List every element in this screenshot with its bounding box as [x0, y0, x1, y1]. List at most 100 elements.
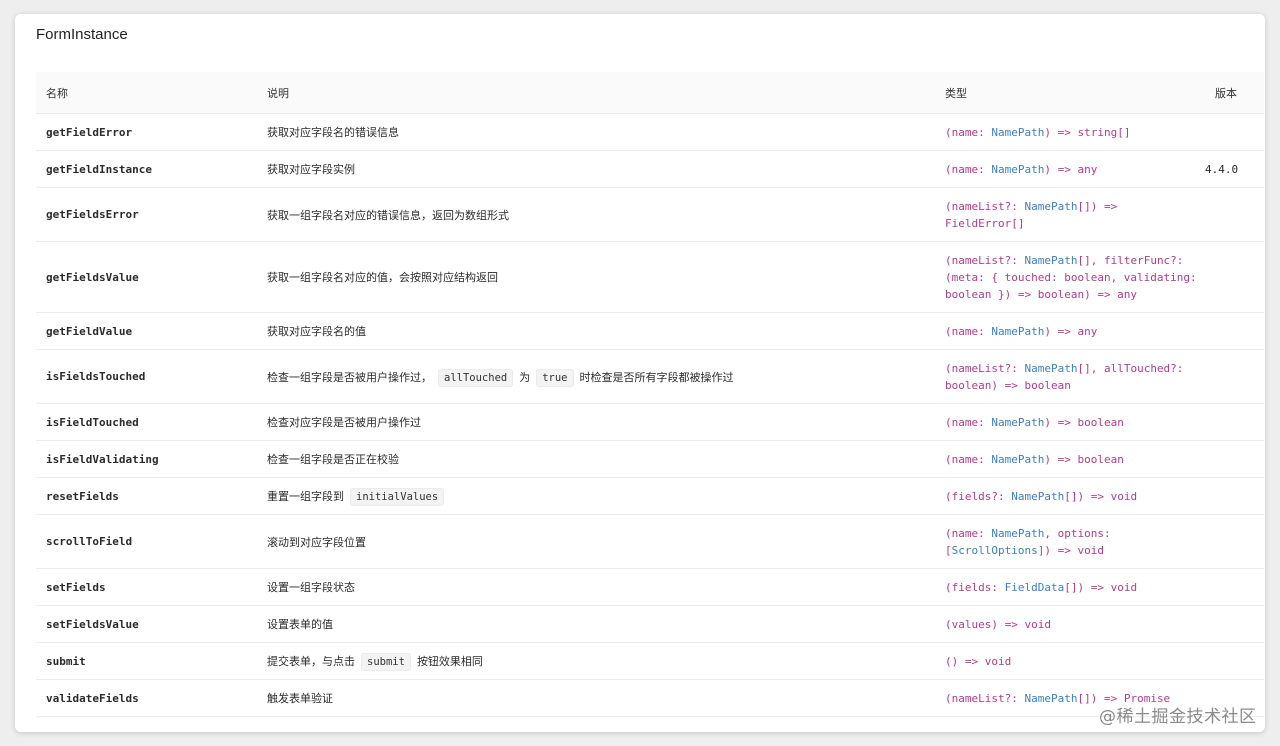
- type-name: NamePath: [991, 452, 1045, 466]
- type-punctuation: ]) => void: [1037, 543, 1104, 557]
- method-version: [1205, 605, 1264, 643]
- description-text: 检查一组字段是否正在校验: [267, 453, 399, 466]
- inline-code: initialValues: [350, 488, 445, 506]
- type-punctuation: (name:: [945, 415, 992, 429]
- method-version: [1205, 241, 1264, 313]
- table-row: getFieldsValue 获取一组字段名对应的值，会按照对应结构返回 (name…: [36, 241, 1264, 313]
- method-version: [1205, 349, 1264, 404]
- type-name: NamePath: [991, 162, 1045, 176]
- type-punctuation: ) => any: [1044, 324, 1098, 338]
- method-type-signature: (name: NamePath) => string[]: [935, 113, 1205, 151]
- method-type-signature: (name: NamePath) => any: [935, 150, 1205, 188]
- method-name: getFieldError: [36, 113, 257, 151]
- method-version: [1205, 568, 1264, 606]
- table-row: getFieldError 获取对应字段名的错误信息 (name: NamePath…: [36, 113, 1264, 151]
- method-name: setFieldsValue: [36, 605, 257, 643]
- type-name: NamePath: [1024, 361, 1078, 375]
- type-punctuation: ) => string[]: [1044, 125, 1131, 139]
- description-text: 获取一组字段名对应的错误信息，返回为数组形式: [267, 208, 509, 222]
- method-type-signature: (nameList?: NamePath[], allTouched?: bool…: [935, 349, 1205, 404]
- type-punctuation: (name:: [945, 324, 992, 338]
- type-name: NamePath: [991, 125, 1045, 139]
- method-version: 4.4.0: [1205, 150, 1264, 188]
- type-punctuation: ) => any: [1044, 162, 1098, 176]
- method-type-signature: (fields?: NamePath[]) => void: [935, 477, 1205, 515]
- type-punctuation: , options:: [1044, 526, 1111, 540]
- description-text: 获取对应字段名的值: [267, 325, 366, 338]
- type-punctuation: [], allTouched?:: [1077, 361, 1184, 375]
- type-punctuation: (meta: { touched: boolean, validating:: [945, 270, 1197, 284]
- table-row: setFields 设置一组字段状态 (fields: FieldData[]) =…: [36, 568, 1264, 606]
- table-row: submit 提交表单，与点击 submit 按钮效果相同 () => void: [36, 642, 1264, 680]
- description-text: 滚动到对应字段位置: [267, 535, 366, 549]
- table-row: getFieldInstance 获取对应字段实例 (name: NamePath)…: [36, 150, 1264, 188]
- table-body: getFieldError 获取对应字段名的错误信息 (name: NamePath…: [36, 113, 1264, 717]
- inline-code: allTouched: [438, 368, 514, 387]
- description-text: 设置一组字段状态: [267, 581, 355, 594]
- method-description: 检查对应字段是否被用户操作过: [257, 403, 935, 441]
- api-card: FormInstance 名称 说明 类型 版本 getFieldError 获取…: [15, 14, 1265, 732]
- column-header-version: 版本: [1205, 72, 1264, 114]
- method-type-signature: (name: NamePath) => boolean: [935, 403, 1205, 441]
- type-punctuation: () => void: [945, 654, 1012, 668]
- type-name: NamePath: [991, 526, 1045, 540]
- method-name: isFieldsTouched: [36, 349, 257, 404]
- type-name: FieldData: [1004, 580, 1065, 594]
- type-name: NamePath: [991, 415, 1045, 429]
- method-version: [1205, 477, 1264, 515]
- type-punctuation: ) => boolean: [1044, 415, 1124, 429]
- table-row: getFieldValue 获取对应字段名的值 (name: NamePath) =…: [36, 312, 1264, 350]
- method-description: 触发表单验证: [257, 679, 935, 717]
- description-text: 获取对应字段实例: [267, 163, 355, 176]
- table-row: resetFields 重置一组字段到 initialValues (fields?:…: [36, 477, 1264, 515]
- table-row: isFieldsTouched 检查一组字段是否被用户操作过， allTouched…: [36, 349, 1264, 404]
- type-punctuation: [], filterFunc?:: [1077, 253, 1184, 267]
- method-description: 检查一组字段是否正在校验: [257, 440, 935, 478]
- method-name: getFieldsError: [36, 187, 257, 242]
- column-header-type: 类型: [935, 72, 1205, 114]
- method-version: [1205, 514, 1264, 569]
- method-name: getFieldInstance: [36, 150, 257, 188]
- watermark: @稀土掘金技术社区: [1099, 707, 1257, 727]
- inline-code: true: [536, 368, 574, 387]
- method-description: 检查一组字段是否被用户操作过， allTouched 为 true 时检查是否所有字段都…: [257, 349, 935, 404]
- description-text: 触发表单验证: [267, 692, 333, 705]
- type-punctuation: (fields:: [945, 580, 1005, 594]
- type-punctuation: FieldError[]: [945, 216, 1025, 230]
- type-punctuation: boolean }) => boolean) => any: [945, 287, 1138, 301]
- type-punctuation: (name:: [945, 125, 992, 139]
- method-description: 获取一组字段名对应的值，会按照对应结构返回: [257, 241, 935, 313]
- type-name: NamePath: [1024, 253, 1078, 267]
- type-punctuation: (name:: [945, 526, 992, 540]
- type-punctuation: (nameList?:: [945, 691, 1025, 705]
- method-version: [1205, 403, 1264, 441]
- type-punctuation: []) =>: [1077, 199, 1118, 213]
- type-name: NamePath: [1024, 691, 1078, 705]
- method-name: setFields: [36, 568, 257, 606]
- method-type-signature: (name: NamePath) => any: [935, 312, 1205, 350]
- method-name: validateFields: [36, 679, 257, 717]
- method-description: 重置一组字段到 initialValues: [257, 477, 935, 515]
- method-version: [1205, 312, 1264, 350]
- method-type-signature: () => void: [935, 642, 1205, 680]
- method-type-signature: (name: NamePath) => boolean: [935, 440, 1205, 478]
- table-header: 名称 说明 类型 版本: [36, 72, 1264, 114]
- method-type-signature: (nameList?: NamePath[]) => FieldError[]: [935, 187, 1205, 242]
- table-row: setFieldsValue 设置表单的值 (values) => void: [36, 605, 1264, 643]
- description-text: 检查对应字段是否被用户操作过: [267, 416, 421, 429]
- description-text: 设置表单的值: [267, 618, 333, 631]
- column-header-desc: 说明: [257, 72, 935, 114]
- type-punctuation: boolean) => boolean: [945, 378, 1071, 392]
- method-description: 获取对应字段实例: [257, 150, 935, 188]
- method-type-signature: (name: NamePath, options: [ScrollOptions]…: [935, 514, 1205, 569]
- method-name: getFieldsValue: [36, 241, 257, 313]
- table-row: scrollToField 滚动到对应字段位置 (name: NamePath, o…: [36, 514, 1264, 569]
- type-name: NamePath: [1011, 489, 1065, 503]
- table-row: getFieldsError 获取一组字段名对应的错误信息，返回为数组形式 (nam…: [36, 187, 1264, 242]
- method-version: [1205, 113, 1264, 151]
- description-text: 为: [519, 370, 531, 384]
- method-description: 设置表单的值: [257, 605, 935, 643]
- table-row: isFieldValidating 检查一组字段是否正在校验 (name: Name…: [36, 440, 1264, 478]
- section-title: FormInstance: [36, 26, 128, 43]
- type-punctuation: (values) => void: [945, 617, 1051, 631]
